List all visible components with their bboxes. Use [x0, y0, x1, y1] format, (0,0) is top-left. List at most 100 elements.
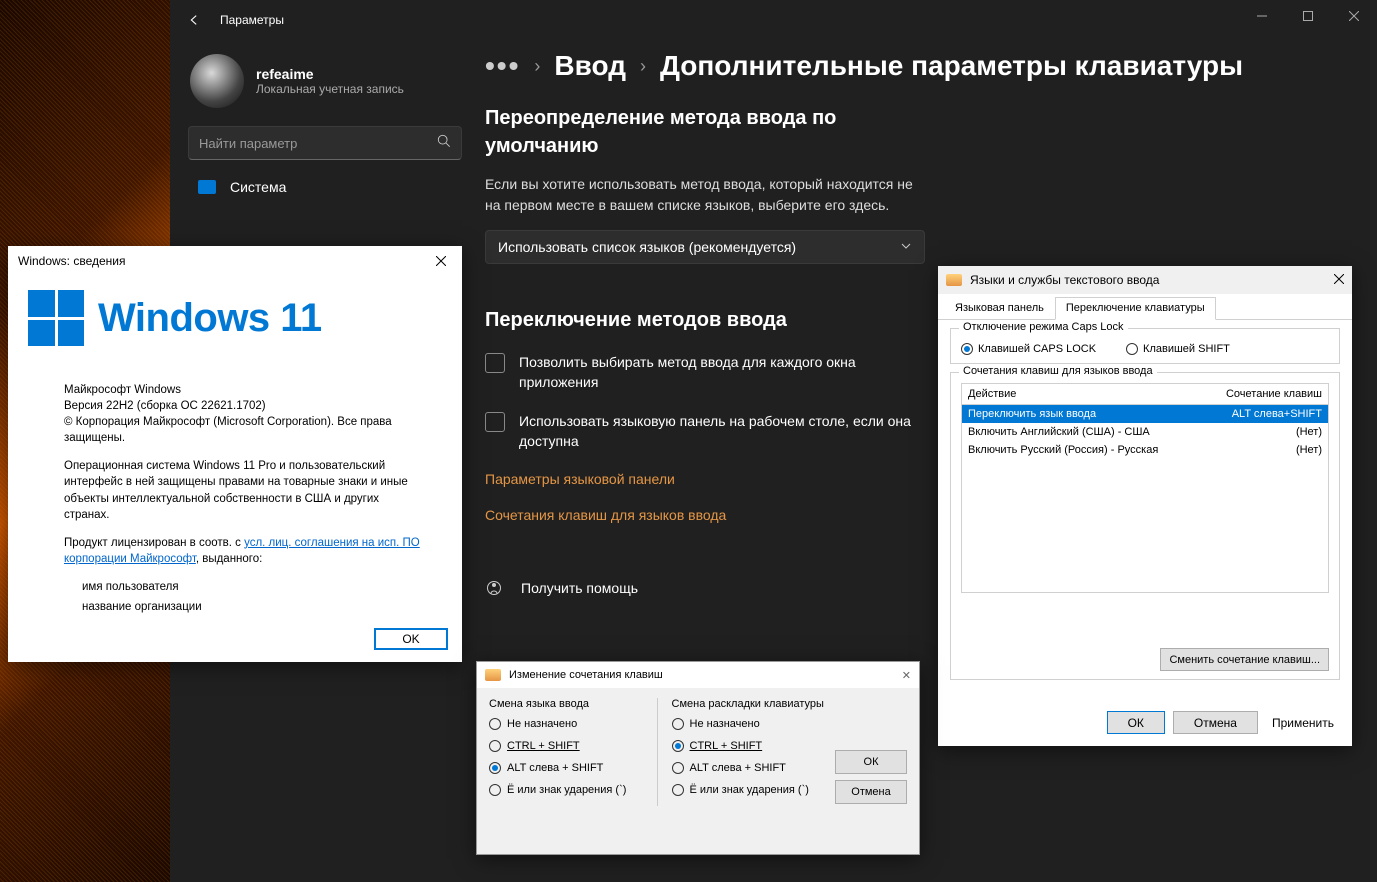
ok-button[interactable]: ОК	[835, 750, 907, 774]
cancel-button[interactable]: Отмена	[1173, 711, 1258, 734]
close-button[interactable]: ✕	[902, 669, 911, 682]
winver-version: Версия 22H2 (сборка ОС 22621.1702)	[64, 398, 422, 414]
list-row[interactable]: Включить Русский (Россия) - Русская(Нет)	[962, 441, 1328, 459]
winver-user: имя пользователя	[82, 579, 422, 595]
winver-copyright: © Корпорация Майкрософт (Microsoft Corpo…	[64, 414, 422, 446]
search-input[interactable]	[199, 136, 437, 151]
list-header: Действие Сочетание клавиш	[962, 384, 1328, 405]
text-services-titlebar: Языки и службы текстового ввода	[938, 266, 1352, 294]
radio-icon	[672, 784, 684, 796]
apply-button[interactable]: Применить	[1266, 711, 1340, 734]
cancel-button[interactable]: Отмена	[835, 780, 907, 804]
chevron-down-icon	[900, 239, 912, 255]
col-action: Действие	[968, 388, 1016, 400]
dialog-buttons: ОК Отмена Применить	[1107, 711, 1340, 734]
close-button[interactable]	[1331, 0, 1377, 32]
tab-language-bar[interactable]: Языковая панель	[944, 297, 1055, 319]
shortcuts-group-legend: Сочетания клавиш для языков ввода	[959, 365, 1157, 377]
keyboard-icon	[485, 669, 501, 681]
breadcrumb: ••• › Ввод › Дополнительные параметры кл…	[485, 50, 1357, 82]
close-button[interactable]	[1334, 273, 1344, 287]
opt-tilde[interactable]: Ё или знак ударения (`)	[672, 784, 826, 796]
minimize-button[interactable]	[1239, 0, 1285, 32]
help-icon	[485, 579, 503, 597]
radio-icon	[489, 740, 501, 752]
shortcut-dlg-titlebar: Изменение сочетания клавиш ✕	[477, 662, 919, 688]
nav-system[interactable]: Система	[184, 170, 466, 204]
separator	[657, 698, 658, 806]
radio-icon	[961, 343, 973, 355]
col-layout-title: Смена раскладки клавиатуры	[672, 698, 826, 710]
back-button[interactable]	[178, 4, 210, 36]
radio-icon	[489, 784, 501, 796]
radio-icon	[672, 762, 684, 774]
section-override-heading: Переопределение метода ввода по умолчани…	[485, 104, 925, 160]
col-language-title: Смена языка ввода	[489, 698, 643, 710]
caps-group-legend: Отключение режима Caps Lock	[959, 321, 1128, 333]
windows-logo: Windows 11	[8, 276, 462, 366]
settings-sidebar: refeaime Локальная учетная запись Систем…	[180, 48, 470, 204]
user-block[interactable]: refeaime Локальная учетная запись	[180, 48, 470, 122]
shortcut-buttons: ОК Отмена	[835, 698, 907, 806]
user-name: refeaime	[256, 66, 404, 82]
shortcut-body: Смена языка ввода Не назначено CTRL + SH…	[477, 688, 919, 816]
col-language: Смена языка ввода Не назначено CTRL + SH…	[489, 698, 643, 806]
search-box[interactable]	[188, 126, 462, 160]
text-services-dialog: Языки и службы текстового ввода Языковая…	[938, 266, 1352, 746]
winver-body: Майкрософт Windows Версия 22H2 (сборка О…	[8, 366, 462, 629]
winver-license: Продукт лицензирован в соотв. с усл. лиц…	[64, 535, 422, 567]
text-services-title: Языки и службы текстового ввода	[970, 273, 1159, 287]
breadcrumb-current: Дополнительные параметры клавиатуры	[660, 50, 1243, 82]
get-help-label: Получить помощь	[521, 580, 638, 596]
opt-alt-shift[interactable]: ALT слева + SHIFT	[672, 762, 826, 774]
col-shortcut: Сочетание клавиш	[1226, 388, 1322, 400]
check-per-window-label: Позволить выбирать метод ввода для каждо…	[519, 352, 925, 393]
ok-button[interactable]: OK	[374, 628, 448, 650]
check-language-bar[interactable]: Использовать языковую панель на рабочем …	[485, 411, 925, 452]
radio-icon	[489, 762, 501, 774]
section-override-desc: Если вы хотите использовать метод ввода,…	[485, 174, 925, 216]
ok-button[interactable]: ОК	[1107, 711, 1165, 734]
radio-icon	[1126, 343, 1138, 355]
avatar	[190, 54, 244, 108]
user-type: Локальная учетная запись	[256, 82, 404, 96]
chevron-right-icon: ›	[534, 56, 540, 77]
radio-icon	[672, 718, 684, 730]
settings-titlebar: Параметры	[170, 0, 1377, 40]
radio-caps-lock[interactable]: Клавишей CAPS LOCK	[961, 343, 1096, 355]
opt-none[interactable]: Не назначено	[489, 718, 643, 730]
breadcrumb-input[interactable]: Ввод	[554, 50, 626, 82]
opt-none[interactable]: Не назначено	[672, 718, 826, 730]
caps-lock-group: Отключение режима Caps Lock Клавишей CAP…	[950, 328, 1340, 364]
radio-shift[interactable]: Клавишей SHIFT	[1126, 343, 1230, 355]
search-icon	[437, 134, 451, 153]
shortcuts-group: Сочетания клавиш для языков ввода Действ…	[950, 372, 1340, 680]
list-row[interactable]: Переключить язык вводаALT слева+SHIFT	[962, 405, 1328, 423]
winver-title: Windows: сведения	[18, 254, 126, 268]
radio-icon	[489, 718, 501, 730]
opt-tilde[interactable]: Ё или знак ударения (`)	[489, 784, 643, 796]
checkbox[interactable]	[485, 412, 505, 432]
check-per-window[interactable]: Позволить выбирать метод ввода для каждо…	[485, 352, 925, 393]
checkbox[interactable]	[485, 353, 505, 373]
breadcrumb-overflow[interactable]: •••	[485, 50, 520, 82]
shortcuts-list[interactable]: Действие Сочетание клавиш Переключить яз…	[961, 383, 1329, 593]
tab-keyboard-switching[interactable]: Переключение клавиатуры	[1055, 297, 1216, 320]
nav-system-label: Система	[230, 179, 286, 195]
winver-dialog: Windows: сведения Windows 11 Майкрософт …	[8, 246, 462, 662]
maximize-button[interactable]	[1285, 0, 1331, 32]
close-button[interactable]	[426, 249, 456, 273]
opt-alt-shift[interactable]: ALT слева + SHIFT	[489, 762, 643, 774]
windows-logo-icon	[28, 290, 84, 346]
winver-titlebar: Windows: сведения	[8, 246, 462, 276]
opt-ctrl-shift[interactable]: CTRL + SHIFT	[672, 740, 826, 752]
list-row[interactable]: Включить Английский (США) - США(Нет)	[962, 423, 1328, 441]
winver-edition: Операционная система Windows 11 Pro и по…	[64, 458, 422, 522]
keyboard-icon	[946, 274, 962, 286]
opt-ctrl-shift[interactable]: CTRL + SHIFT	[489, 740, 643, 752]
change-shortcut-button[interactable]: Сменить сочетание клавиш...	[1160, 648, 1329, 671]
windows-logo-text: Windows 11	[98, 296, 322, 341]
window-title: Параметры	[220, 13, 284, 27]
section-switching-heading: Переключение методов ввода	[485, 306, 925, 334]
default-input-dropdown[interactable]: Использовать список языков (рекомендуетс…	[485, 230, 925, 264]
